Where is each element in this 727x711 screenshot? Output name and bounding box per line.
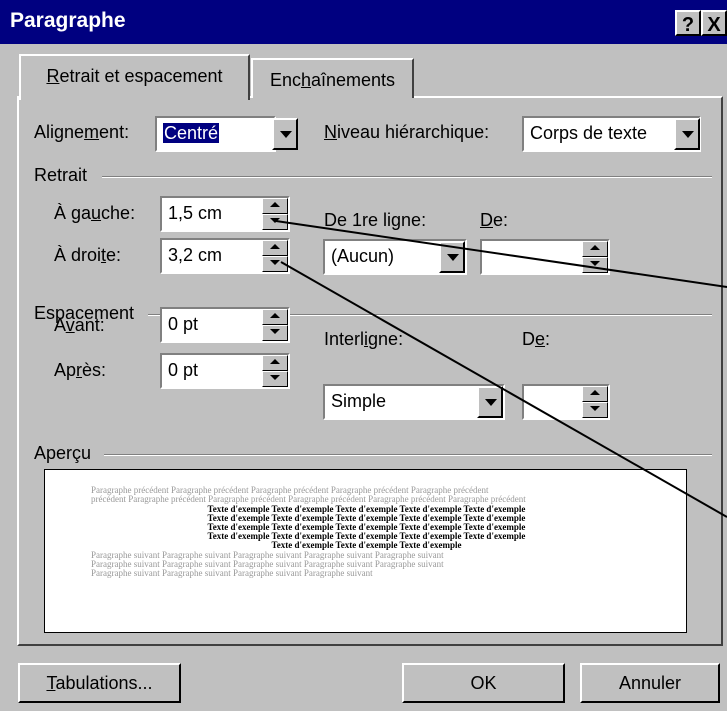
avant-spinner[interactable]: [262, 309, 288, 341]
retrait-droite-value: 3,2 cm: [168, 245, 223, 265]
interligne-value: Simple: [331, 391, 387, 411]
spin-up-icon[interactable]: [582, 386, 608, 402]
retrait-gauche-label: À gauche:: [54, 203, 136, 223]
interligne-label: Interligne:: [324, 329, 404, 349]
avant-value: 0 pt: [168, 314, 199, 334]
alignement-value: Centré: [161, 122, 221, 144]
preview-next-line: Paragraphe suivant Paragraphe suivant Pa…: [91, 568, 373, 578]
spin-down-icon[interactable]: [262, 214, 288, 230]
spin-up-icon[interactable]: [262, 355, 288, 371]
alignement-label: Alignement:: [34, 122, 130, 142]
spin-down-icon[interactable]: [262, 325, 288, 341]
interligne-dropdown-arrow-icon[interactable]: [477, 386, 503, 418]
apercu-preview: Paragraphe précédent Paragraphe précéden…: [44, 469, 687, 633]
apres-value: 0 pt: [168, 360, 199, 380]
retrait-separator: [102, 176, 712, 178]
apercu-separator: [104, 454, 712, 456]
avant-label: Avant:: [54, 315, 105, 335]
tab-enchainements[interactable]: Enchaînements: [251, 58, 414, 98]
dialog-title: Paragraphe: [10, 9, 126, 32]
apres-spinner[interactable]: [262, 355, 288, 387]
retrait-droite-label: À droite:: [54, 245, 122, 265]
annuler-button[interactable]: Annuler: [580, 663, 720, 703]
retrait-heading: Retrait: [34, 165, 88, 185]
preview-prev-line: précédent Paragraphe précédent Paragraph…: [91, 494, 526, 504]
spin-down-icon[interactable]: [262, 371, 288, 387]
close-button[interactable]: X: [701, 10, 727, 36]
niveau-value: Corps de texte: [530, 123, 648, 143]
retrait-de-label: De:: [480, 210, 509, 230]
alignement-select[interactable]: Centré: [155, 116, 276, 152]
spin-down-icon[interactable]: [582, 402, 608, 418]
alignement-dropdown-arrow-icon[interactable]: [272, 118, 298, 150]
premiere-ligne-dropdown-arrow-icon[interactable]: [439, 241, 465, 273]
premiere-ligne-label: De 1re ligne:: [324, 210, 427, 230]
retrait-de-spinner[interactable]: [582, 241, 608, 273]
spin-down-icon[interactable]: [582, 257, 608, 273]
tabulations-button[interactable]: Tabulations...: [18, 663, 181, 703]
apres-label: Après:: [54, 360, 107, 380]
apercu-heading: Aperçu: [34, 443, 92, 463]
spin-up-icon[interactable]: [262, 240, 288, 256]
espacement-de-label: De:: [522, 329, 551, 349]
retrait-gauche-value: 1,5 cm: [168, 203, 223, 223]
help-button[interactable]: ?: [675, 10, 701, 36]
premiere-ligne-value: (Aucun): [331, 246, 395, 266]
spin-up-icon[interactable]: [262, 309, 288, 325]
espacement-de-spinner[interactable]: [582, 386, 608, 418]
preview-text-line: Texte d'exemple Texte d'exemple Texte d'…: [271, 540, 462, 550]
retrait-droite-spinner[interactable]: [262, 240, 288, 272]
ok-button[interactable]: OK: [402, 663, 565, 703]
niveau-label: Niveau hiérarchique:: [324, 122, 490, 142]
retrait-gauche-spinner[interactable]: [262, 198, 288, 230]
niveau-dropdown-arrow-icon[interactable]: [674, 118, 700, 150]
tab-retrait-espacement[interactable]: Retrait et espacement: [19, 54, 250, 100]
spin-up-icon[interactable]: [582, 241, 608, 257]
spin-up-icon[interactable]: [262, 198, 288, 214]
spin-down-icon[interactable]: [262, 256, 288, 272]
